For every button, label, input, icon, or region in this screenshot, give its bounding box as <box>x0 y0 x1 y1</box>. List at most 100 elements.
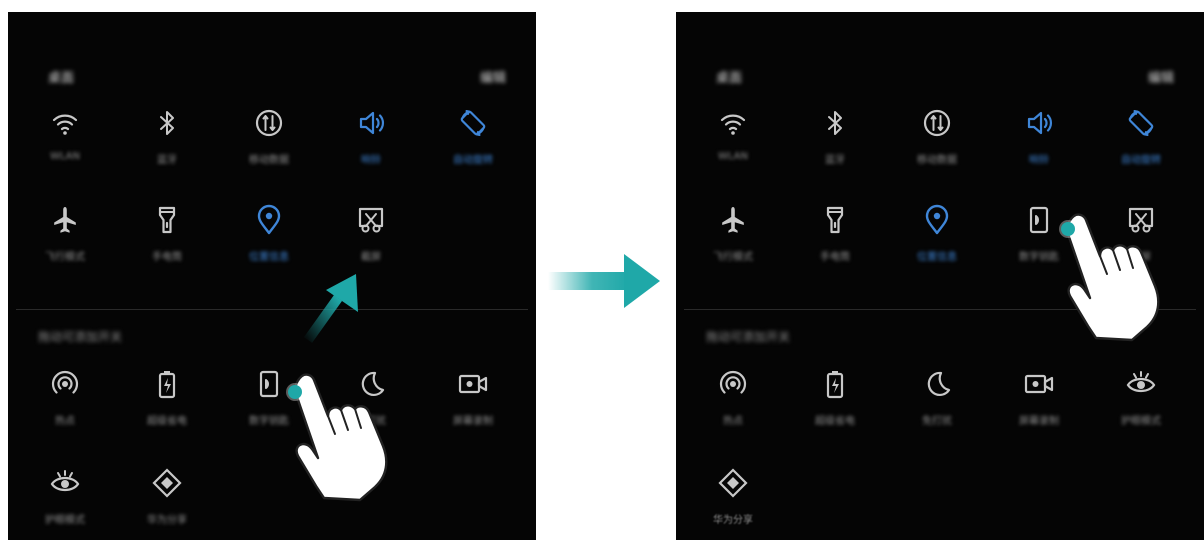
tile-hotspot[interactable]: 热点 <box>693 368 773 450</box>
tile-label: 超级省电 <box>147 416 187 427</box>
tile-hotspot[interactable]: 热点 <box>25 368 105 450</box>
tile-battery-saver[interactable]: 超级省电 <box>127 368 207 450</box>
quick-settings-panel-after: 编辑 桌面 拖动可添加开关 WLAN 蓝牙 移动数据 响铃 自动旋转飞行模式 手电筒 位置信… <box>676 12 1204 540</box>
tile-label: 飞行模式 <box>45 252 85 263</box>
section-title: 拖动可添加开关 <box>706 330 791 344</box>
hand-pointer-icon <box>1060 212 1170 342</box>
tile-label: 护眼模式 <box>45 515 85 526</box>
eye-comfort-icon <box>49 467 81 499</box>
tile-airplane[interactable]: 飞行模式 <box>693 204 773 286</box>
tile-sound[interactable]: 响铃 <box>999 107 1079 189</box>
wifi-icon <box>49 107 81 139</box>
tile-label: 超级省电 <box>815 416 855 427</box>
tile-label: 热点 <box>723 416 743 427</box>
auto-rotate-icon <box>1125 107 1157 139</box>
tile-airplane[interactable]: 飞行模式 <box>25 204 105 286</box>
battery-saver-icon <box>151 368 183 400</box>
screenshot-icon <box>355 204 387 236</box>
tile-label: 蓝牙 <box>157 155 177 166</box>
airplane-icon <box>49 204 81 236</box>
tile-auto-rotate[interactable]: 自动旋转 <box>1101 107 1181 189</box>
wifi-icon <box>717 107 749 139</box>
tile-label: 手电筒 <box>820 252 850 263</box>
flashlight-icon <box>819 204 851 236</box>
tile-sound[interactable]: 响铃 <box>331 107 411 189</box>
touch-point-icon <box>288 385 302 399</box>
tile-label: WLAN <box>49 151 80 162</box>
tile-label: 自动旋转 <box>1121 155 1161 166</box>
tile-wifi[interactable]: WLAN <box>25 107 105 189</box>
screen-record-icon <box>457 368 489 400</box>
tile-auto-rotate[interactable]: 自动旋转 <box>433 107 513 189</box>
touch-point-icon <box>1061 222 1075 236</box>
edit-button[interactable]: 编辑 <box>480 67 506 86</box>
sound-icon <box>355 107 387 139</box>
tile-diamond[interactable]: 华为分享 <box>693 467 773 540</box>
sound-icon <box>1023 107 1055 139</box>
tile-location[interactable]: 位置信息 <box>897 204 977 286</box>
tile-battery-saver[interactable]: 超级省电 <box>795 368 875 450</box>
tile-label: 移动数据 <box>249 155 289 166</box>
airplane-icon <box>717 204 749 236</box>
tile-moon[interactable]: 免打扰 <box>897 368 977 450</box>
panel-header-left: 桌面 <box>48 71 75 86</box>
nfc-icon <box>1023 204 1055 236</box>
transition-arrow-icon <box>548 254 660 308</box>
tile-label: 响铃 <box>1029 155 1049 166</box>
section-title: 拖动可添加开关 <box>38 330 123 344</box>
bluetooth-icon <box>151 107 183 139</box>
moon-icon <box>921 368 953 400</box>
hotspot-icon <box>717 368 749 400</box>
quick-settings-panel-before: 桌面 编辑 拖动可添加开关 WLAN 蓝牙 移动数据 响铃 自动旋转飞行模式 手电筒 位置信… <box>8 12 536 540</box>
tile-screen-record[interactable]: 屏幕录制 <box>433 368 513 450</box>
tile-label: 截屏 <box>361 252 381 263</box>
mobile-data-icon <box>921 107 953 139</box>
hotspot-icon <box>49 368 81 400</box>
tile-label: 华为分享 <box>713 515 753 526</box>
tile-flashlight[interactable]: 手电筒 <box>795 204 875 286</box>
tile-label: 响铃 <box>361 155 381 166</box>
tile-eye-comfort[interactable]: 护眼模式 <box>1101 368 1181 450</box>
battery-saver-icon <box>819 368 851 400</box>
drag-direction-arrow-icon <box>304 274 358 343</box>
auto-rotate-icon <box>457 107 489 139</box>
tile-label: 飞行模式 <box>713 252 753 263</box>
tile-label: 手电筒 <box>152 252 182 263</box>
tile-label: 护眼模式 <box>1121 416 1161 427</box>
tile-label: 位置信息 <box>917 252 957 263</box>
tile-label: 移动数据 <box>917 155 957 166</box>
screen-record-icon <box>1023 368 1055 400</box>
location-icon <box>921 204 953 236</box>
tile-bluetooth[interactable]: 蓝牙 <box>795 107 875 189</box>
section-divider <box>16 309 528 310</box>
tile-bluetooth[interactable]: 蓝牙 <box>127 107 207 189</box>
tile-label: 屏幕录制 <box>1019 416 1059 427</box>
tile-wifi[interactable]: WLAN <box>693 107 773 189</box>
tile-label: 华为分享 <box>147 515 187 526</box>
diamond-icon <box>717 467 749 499</box>
tile-location[interactable]: 位置信息 <box>229 204 309 286</box>
panel-header-left: 桌面 <box>716 71 743 86</box>
tile-diamond[interactable]: 华为分享 <box>127 467 207 540</box>
tile-screen-record[interactable]: 屏幕录制 <box>999 368 1079 450</box>
hand-pointer-icon <box>288 372 398 502</box>
flashlight-icon <box>151 204 183 236</box>
tile-label: 自动旋转 <box>453 155 493 166</box>
mobile-data-icon <box>253 107 285 139</box>
bluetooth-icon <box>819 107 851 139</box>
edit-button[interactable]: 编辑 <box>1148 67 1174 86</box>
location-icon <box>253 204 285 236</box>
tile-mobile-data[interactable]: 移动数据 <box>897 107 977 189</box>
tile-label: 位置信息 <box>249 252 289 263</box>
nfc-icon <box>253 368 285 400</box>
tile-eye-comfort[interactable]: 护眼模式 <box>25 467 105 540</box>
tile-label: 屏幕录制 <box>453 416 493 427</box>
eye-comfort-icon <box>1125 368 1157 400</box>
tile-mobile-data[interactable]: 移动数据 <box>229 107 309 189</box>
tile-flashlight[interactable]: 手电筒 <box>127 204 207 286</box>
tile-label: 免打扰 <box>922 416 952 427</box>
tile-label: 蓝牙 <box>825 155 845 166</box>
tile-label: 热点 <box>55 416 75 427</box>
diamond-icon <box>151 467 183 499</box>
tile-label: WLAN <box>717 151 748 162</box>
